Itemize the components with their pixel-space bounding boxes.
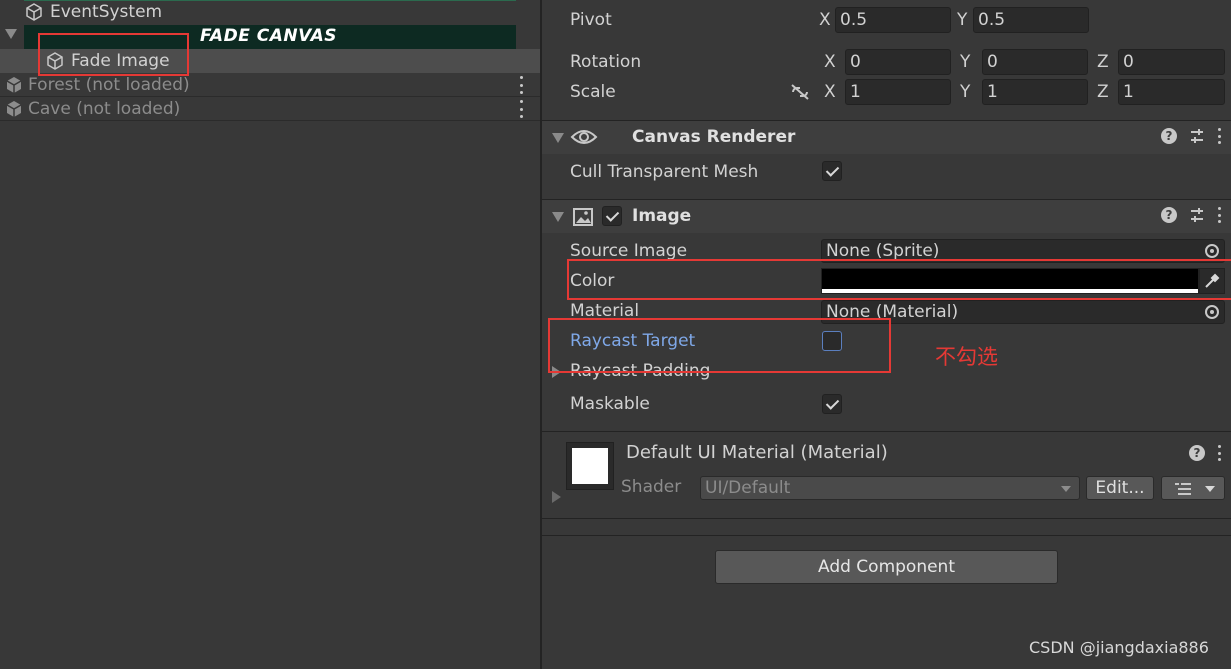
hierarchy-item-label: Forest (not loaded) (28, 74, 190, 95)
rotation-x-field[interactable]: 0 (845, 49, 951, 75)
axis-x-label: X (819, 10, 831, 30)
shader-options-button[interactable] (1161, 476, 1225, 500)
list-icon (1175, 483, 1191, 495)
more-options-icon[interactable] (1217, 128, 1221, 144)
pivot-y-field[interactable]: 0.5 (973, 7, 1089, 33)
hierarchy-item-fade-canvas[interactable]: FADE CANVAS (0, 25, 540, 49)
more-options-icon[interactable] (1217, 207, 1221, 223)
unity-scene-icon (6, 100, 22, 117)
hierarchy-item-label: Fade Image (71, 51, 170, 71)
hierarchy-item-fade-image[interactable]: Fade Image (0, 49, 540, 73)
object-picker-icon[interactable] (1205, 305, 1219, 319)
more-options-icon[interactable] (518, 76, 524, 94)
hierarchy-item-label: FADE CANVAS (200, 26, 337, 46)
hierarchy-scene-cave[interactable]: Cave (not loaded) (0, 97, 540, 121)
color-label: Color (570, 271, 615, 291)
axis-x-label: X (824, 52, 836, 72)
add-component-button[interactable]: Add Component (715, 550, 1058, 584)
hierarchy-item-label: EventSystem (50, 2, 163, 22)
hierarchy-panel: EventSystem FADE CANVAS Fade Image Fores… (0, 0, 540, 669)
divider (542, 518, 1231, 519)
eyedropper-icon (1205, 273, 1220, 288)
maskable-label: Maskable (570, 394, 650, 414)
rotation-label: Rotation (570, 52, 642, 72)
foldout-arrow-icon[interactable] (552, 212, 564, 222)
material-label: Material (570, 301, 640, 321)
source-image-field[interactable]: None (Sprite) (821, 239, 1225, 263)
chevron-down-icon (1205, 486, 1215, 492)
shader-value: UI/Default (705, 478, 791, 498)
raycast-padding-foldout-icon[interactable] (552, 366, 561, 378)
axis-y-label: Y (960, 82, 971, 102)
gameobject-icon (47, 52, 63, 70)
axis-y-label: Y (960, 52, 971, 72)
gameobject-icon (26, 3, 42, 21)
source-image-label: Source Image (570, 241, 688, 261)
axis-x-label: X (824, 82, 836, 102)
watermark: CSDN @jiangdaxia886 (1029, 638, 1209, 657)
expand-arrow-icon[interactable] (5, 29, 17, 39)
presets-icon[interactable] (1189, 207, 1205, 223)
material-foldout-icon[interactable] (552, 491, 561, 503)
raycast-target-checkbox[interactable] (822, 331, 842, 351)
scale-y-field[interactable]: 1 (982, 79, 1088, 105)
hierarchy-item-label: Cave (not loaded) (28, 98, 181, 119)
divider (24, 0, 516, 1)
component-title: Image (632, 206, 692, 226)
raycast-target-label: Raycast Target (570, 331, 696, 351)
rotation-z-field[interactable]: 0 (1118, 49, 1225, 75)
raycast-padding-label[interactable]: Raycast Padding (570, 361, 710, 381)
help-icon[interactable]: ? (1189, 445, 1205, 461)
eye-icon (570, 130, 598, 144)
more-options-icon[interactable] (1217, 445, 1221, 461)
cull-transparent-mesh-checkbox[interactable] (822, 161, 842, 181)
axis-z-label: Z (1097, 82, 1109, 102)
cull-transparent-mesh-label: Cull Transparent Mesh (570, 162, 759, 182)
help-icon[interactable]: ? (1161, 128, 1177, 144)
rotation-y-field[interactable]: 0 (982, 49, 1088, 75)
material-preview-swatch (572, 448, 608, 484)
shader-label: Shader (621, 477, 682, 497)
material-field[interactable]: None (Material) (821, 300, 1225, 324)
component-title: Canvas Renderer (632, 127, 796, 147)
annotation-text: 不勾选 (935, 345, 998, 369)
axis-y-label: Y (957, 10, 968, 30)
image-component-icon (573, 208, 593, 226)
material-preview (566, 442, 614, 490)
maskable-checkbox[interactable] (822, 394, 842, 414)
canvas-renderer-header[interactable]: Canvas Renderer ? (542, 120, 1231, 154)
scale-z-field[interactable]: 1 (1118, 79, 1225, 105)
image-enabled-checkbox[interactable] (602, 206, 622, 226)
chevron-down-icon (1061, 486, 1071, 492)
constrain-proportions-icon[interactable] (790, 83, 810, 101)
scale-label: Scale (570, 82, 616, 102)
inspector-panel: Pivot X 0.5 Y 0.5 Rotation X 0 Y 0 Z 0 S… (542, 0, 1231, 669)
edit-shader-button[interactable]: Edit... (1086, 476, 1154, 500)
hierarchy-item-eventsystem[interactable]: EventSystem (0, 0, 540, 24)
more-options-icon[interactable] (518, 100, 524, 118)
axis-z-label: Z (1097, 52, 1109, 72)
eyedropper-button[interactable] (1199, 268, 1225, 294)
color-swatch[interactable] (821, 268, 1199, 294)
source-image-value: None (Sprite) (826, 241, 940, 261)
material-title: Default UI Material (Material) (626, 442, 888, 463)
image-header[interactable]: Image ? (542, 199, 1231, 233)
shader-dropdown[interactable]: UI/Default (700, 476, 1080, 500)
material-value: None (Material) (826, 302, 959, 322)
scale-x-field[interactable]: 1 (845, 79, 951, 105)
object-picker-icon[interactable] (1205, 244, 1219, 258)
help-icon[interactable]: ? (1161, 207, 1177, 223)
unity-scene-icon (6, 76, 22, 93)
foldout-arrow-icon[interactable] (552, 133, 564, 143)
alpha-bar (822, 289, 1198, 293)
presets-icon[interactable] (1189, 128, 1205, 144)
pivot-label: Pivot (570, 10, 612, 30)
pivot-x-field[interactable]: 0.5 (835, 7, 951, 33)
hierarchy-scene-forest[interactable]: Forest (not loaded) (0, 73, 540, 97)
divider (542, 431, 1231, 432)
divider (542, 535, 1231, 536)
